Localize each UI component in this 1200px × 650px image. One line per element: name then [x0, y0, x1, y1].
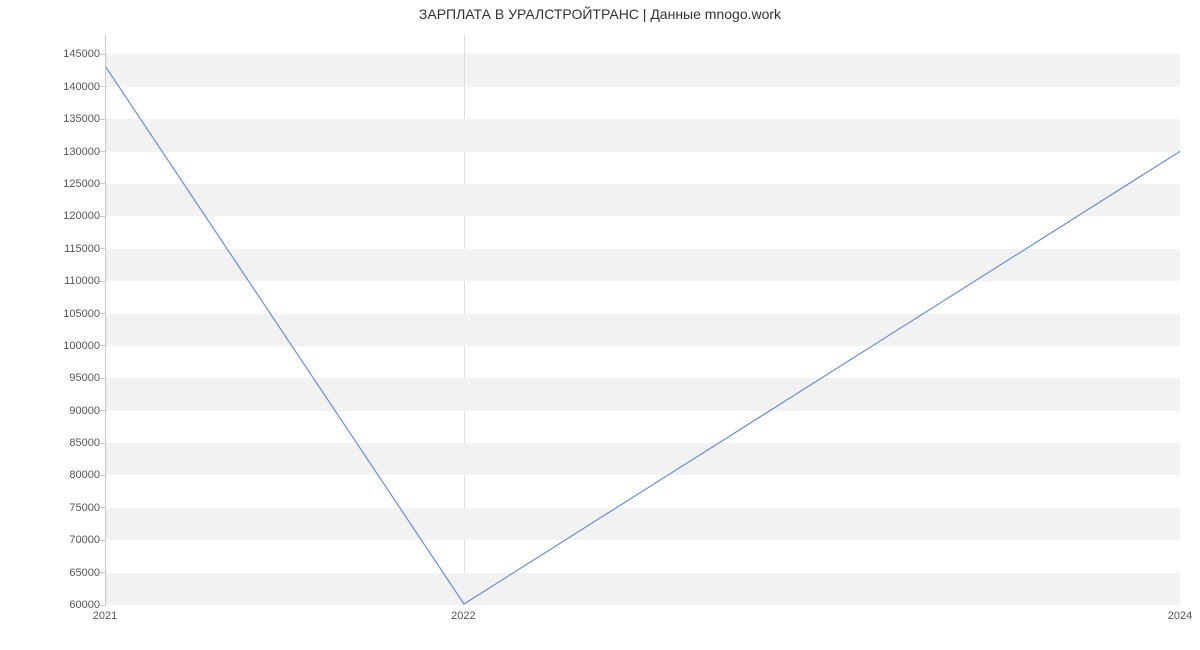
y-tick-label: 110000 [5, 275, 100, 287]
y-tick-label: 85000 [5, 437, 100, 449]
y-tick-label: 70000 [5, 534, 100, 546]
y-tick-label: 135000 [5, 113, 100, 125]
y-tick [100, 313, 106, 314]
y-tick-label: 90000 [5, 405, 100, 417]
y-tick [100, 540, 106, 541]
y-tick [100, 345, 106, 346]
y-tick [100, 572, 106, 573]
y-tick [100, 151, 106, 152]
y-tick-label: 80000 [5, 469, 100, 481]
y-tick [100, 248, 106, 249]
y-tick [100, 86, 106, 87]
y-tick-label: 145000 [5, 48, 100, 60]
plot-area [105, 35, 1180, 605]
y-tick-label: 60000 [5, 599, 100, 611]
chart-title: ЗАРПЛАТА В УРАЛСТРОЙТРАНС | Данные mnogo… [0, 6, 1200, 22]
line-chart: ЗАРПЛАТА В УРАЛСТРОЙТРАНС | Данные mnogo… [0, 0, 1200, 650]
y-tick [100, 119, 106, 120]
x-tick-label: 2021 [93, 610, 117, 622]
y-tick [100, 443, 106, 444]
y-tick-label: 75000 [5, 502, 100, 514]
y-tick-label: 65000 [5, 567, 100, 579]
y-tick [100, 605, 106, 606]
y-tick [100, 378, 106, 379]
y-tick [100, 410, 106, 411]
y-tick-label: 95000 [5, 372, 100, 384]
y-tick-label: 120000 [5, 210, 100, 222]
x-tick-label: 2024 [1168, 610, 1192, 622]
y-tick-label: 140000 [5, 81, 100, 93]
y-tick [100, 475, 106, 476]
y-tick [100, 183, 106, 184]
y-tick [100, 507, 106, 508]
x-tick-label: 2022 [451, 610, 475, 622]
y-tick [100, 54, 106, 55]
data-line [106, 35, 1180, 604]
y-tick-label: 130000 [5, 146, 100, 158]
y-tick-label: 105000 [5, 308, 100, 320]
y-tick-label: 115000 [5, 243, 100, 255]
y-tick-label: 125000 [5, 178, 100, 190]
y-tick [100, 281, 106, 282]
y-tick [100, 216, 106, 217]
y-tick-label: 100000 [5, 340, 100, 352]
